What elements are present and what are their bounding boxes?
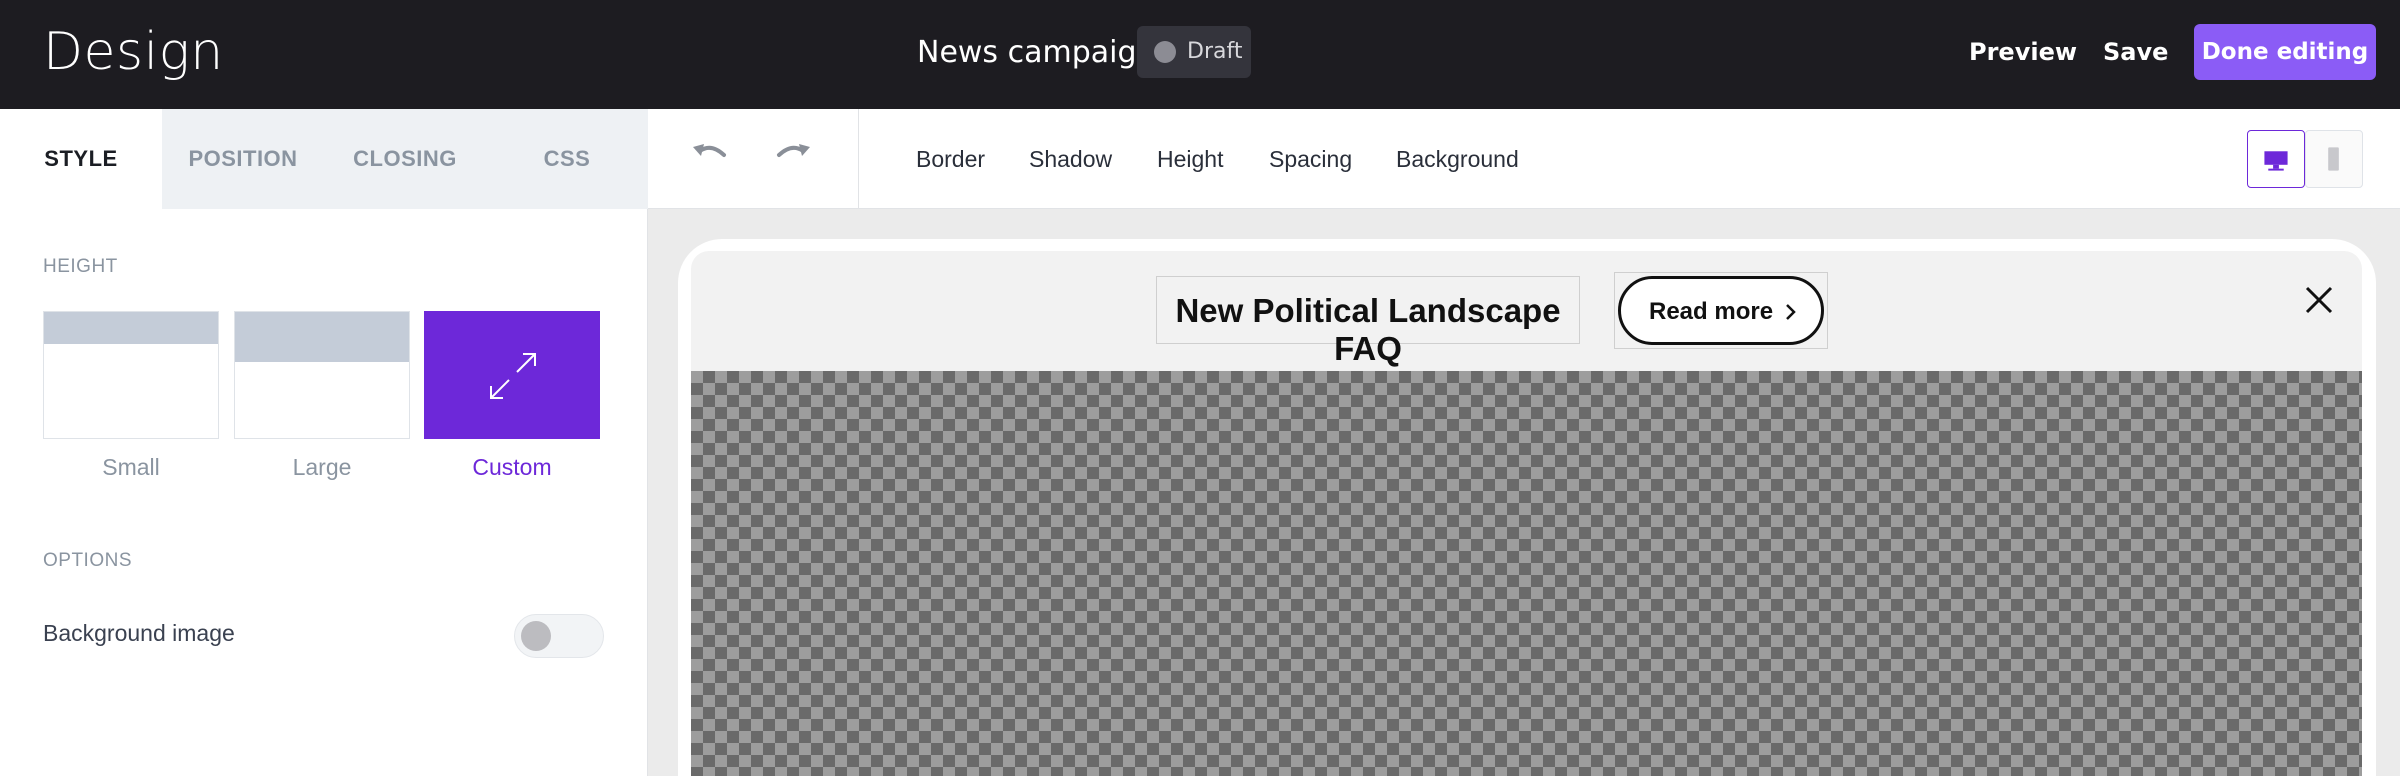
toolbar-background[interactable]: Background [1396,146,1519,173]
close-icon[interactable] [2303,284,2335,316]
app-title: Design [43,22,224,82]
large-height-preview-bar [235,312,409,362]
status-label: Draft [1187,39,1243,64]
height-option-small-label: Small [102,454,160,480]
banner-headline: New Political Landscape FAQ [1175,292,1561,367]
transparent-background-area [691,371,2362,776]
background-image-toggle[interactable] [514,614,604,658]
height-option-small[interactable] [43,311,219,439]
tab-style[interactable]: STYLE [0,109,162,209]
status-dot-icon [1154,41,1176,63]
toolbar-spacing[interactable]: Spacing [1269,146,1352,173]
done-editing-button[interactable]: Done editing [2194,24,2376,80]
expand-icon [490,353,536,399]
height-option-large-label: Large [292,454,352,480]
toolbar-divider [858,109,859,209]
toggle-knob [521,621,551,651]
tab-css[interactable]: CSS [486,109,648,209]
mobile-icon [2328,147,2339,171]
read-more-button[interactable]: Read more [1618,276,1824,345]
campaign-name[interactable]: News campaign [917,35,1156,70]
headline-block[interactable]: New Political Landscape FAQ [1156,276,1580,367]
height-option-custom-label: Custom [472,454,552,480]
options-section-label: OPTIONS [43,550,133,571]
desktop-icon [2264,151,2288,171]
tab-closing[interactable]: CLOSING [324,109,486,209]
toolbar-border[interactable]: Border [916,146,985,173]
top-bar: Design News campaign Draft Preview Save … [0,0,2400,109]
redo-icon[interactable] [771,139,813,175]
campaign-banner: New Political Landscape FAQ Read more [691,251,2362,371]
mobile-view-button[interactable] [2305,130,2363,188]
preview-button[interactable]: Preview [1969,38,2077,66]
settings-panel: STYLE POSITION CLOSING CSS HEIGHT Small … [0,109,648,776]
small-height-preview-bar [44,312,218,344]
read-more-label: Read more [1649,298,1774,325]
style-toolbar: Border Shadow Height Spacing Background [648,109,2400,209]
read-more-block: Read more [1614,272,1828,349]
preview-canvas: New Political Landscape FAQ Read more [648,210,2400,776]
height-option-custom[interactable] [424,311,600,439]
panel-tabs: STYLE POSITION CLOSING CSS [0,109,648,209]
desktop-view-button[interactable] [2247,130,2305,188]
height-section-label: HEIGHT [43,256,118,277]
save-button[interactable]: Save [2103,38,2168,66]
chevron-right-icon [1786,304,1796,320]
tab-position[interactable]: POSITION [162,109,324,209]
undo-icon[interactable] [690,139,732,175]
toolbar-shadow[interactable]: Shadow [1029,146,1112,173]
toolbar-height[interactable]: Height [1157,146,1223,173]
background-image-label: Background image [43,620,235,646]
status-badge: Draft [1137,26,1251,78]
height-option-large[interactable] [234,311,410,439]
